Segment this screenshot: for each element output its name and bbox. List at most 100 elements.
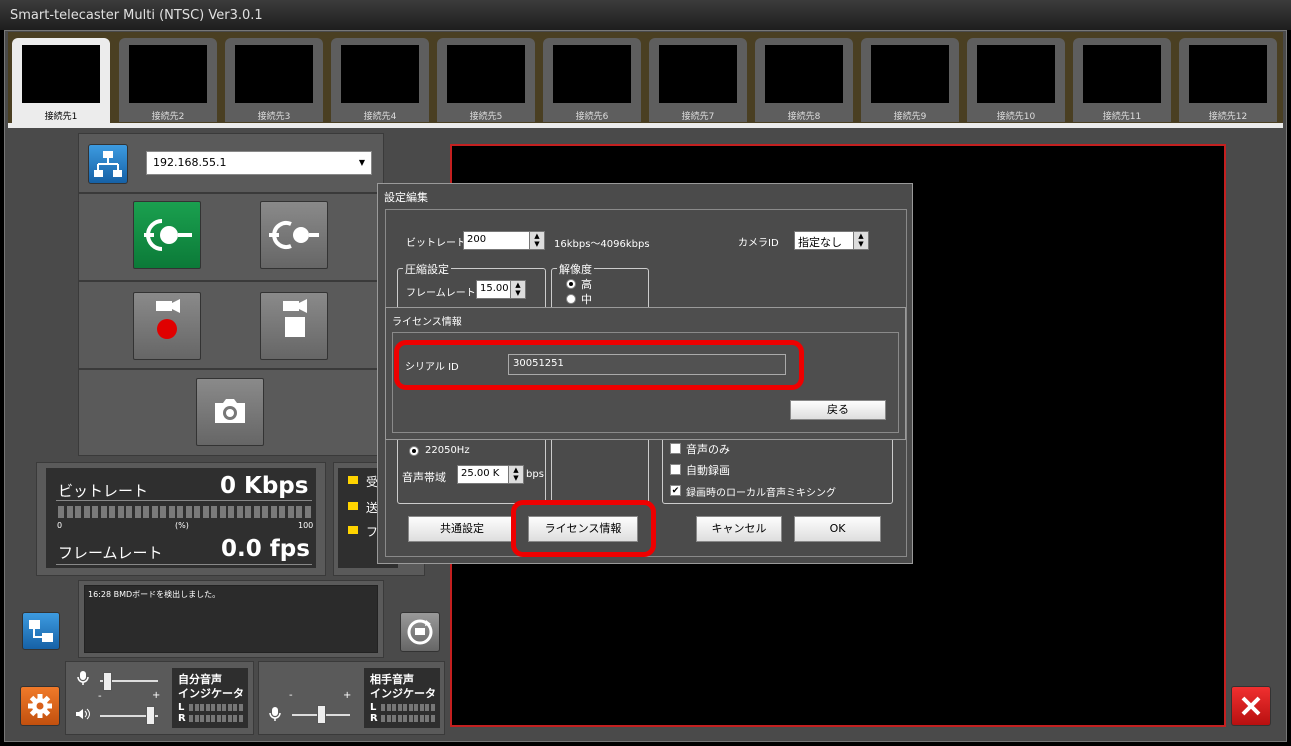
tab-connection-11[interactable]: 接続先11 xyxy=(1073,38,1171,122)
camera-id-input[interactable]: 指定なし xyxy=(794,231,854,250)
resolution-mid-radio[interactable] xyxy=(566,294,576,304)
framerate-value: 0.0 fps xyxy=(221,536,310,562)
back-button[interactable]: 戻る xyxy=(790,400,886,420)
level-segment xyxy=(397,715,402,722)
stop-icon xyxy=(283,299,307,337)
self-channel-l: L xyxy=(178,702,185,713)
camera-icon xyxy=(215,399,245,423)
resolution-high-radio[interactable] xyxy=(566,279,576,289)
meter-segment xyxy=(143,506,149,518)
peer-volume-plus: + xyxy=(343,690,352,701)
level-segment xyxy=(200,704,204,711)
cancel-button[interactable]: キャンセル xyxy=(696,516,782,542)
log-text: 16:28 BMDボードを検出しました。 xyxy=(88,590,221,599)
tab-connection-12[interactable]: 接続先12 xyxy=(1179,38,1277,122)
network-icon[interactable] xyxy=(88,144,128,184)
level-segment xyxy=(419,715,424,722)
level-segment xyxy=(430,715,435,722)
audio-band-spinner[interactable]: ▲ ▼ xyxy=(508,465,524,484)
connect-panel xyxy=(78,193,384,281)
resolution-group-label: 解像度 xyxy=(557,261,594,277)
chevron-down-icon: ▼ xyxy=(358,158,365,167)
microphone-icon xyxy=(77,671,89,685)
tab-thumbnail xyxy=(871,45,949,103)
framerate-input-value: 15.00 xyxy=(480,283,509,294)
scale-min: 0 xyxy=(57,521,63,530)
level-segment xyxy=(430,704,435,711)
bitrate-input-value: 200 xyxy=(467,234,487,245)
speaker-volume-slider[interactable] xyxy=(146,706,155,725)
tab-label: 接続先11 xyxy=(1102,112,1142,122)
self-channel-r: R xyxy=(178,713,186,724)
level-segment xyxy=(408,704,413,711)
tab-connection-7[interactable]: 接続先7 xyxy=(649,38,747,122)
tab-connection-10[interactable]: 接続先10 xyxy=(967,38,1065,122)
audio-band-input[interactable]: 25.00 K xyxy=(457,465,509,484)
meter-segment xyxy=(236,506,243,518)
record-start-button[interactable] xyxy=(133,292,201,360)
meter-segment xyxy=(253,506,260,518)
audio-only-checkbox[interactable] xyxy=(670,443,681,454)
camera-id-spinner[interactable]: ▲ ▼ xyxy=(853,231,869,250)
tab-connection-5[interactable]: 接続先5 xyxy=(437,38,535,122)
refresh-icon[interactable] xyxy=(400,612,440,652)
meter-segment xyxy=(117,506,124,518)
layout-switch-icon[interactable] xyxy=(22,612,60,650)
meter-segment xyxy=(151,506,158,518)
level-segment xyxy=(414,715,418,722)
tab-label: 接続先3 xyxy=(257,112,291,122)
level-segment xyxy=(200,715,204,722)
peer-channel-l: L xyxy=(370,702,377,713)
level-segment xyxy=(205,715,210,722)
microphone-icon xyxy=(269,707,281,721)
sample-rate-22050-radio[interactable] xyxy=(409,446,419,456)
disconnect-button[interactable] xyxy=(260,201,328,269)
tab-connection-8[interactable]: 接続先8 xyxy=(755,38,853,122)
peer-volume-slider[interactable] xyxy=(317,705,326,724)
status-indicator-send xyxy=(348,502,358,510)
tab-connection-9[interactable]: 接続先9 xyxy=(861,38,959,122)
sample-rate-22050-label: 22050Hz xyxy=(425,445,470,456)
meter-segment xyxy=(126,506,132,518)
ok-button[interactable]: OK xyxy=(794,516,881,542)
bitrate-input[interactable]: 200 xyxy=(463,231,530,250)
tab-thumbnail xyxy=(447,45,525,103)
level-segment xyxy=(194,704,199,711)
level-segment xyxy=(216,704,221,711)
compression-group-label: 圧縮設定 xyxy=(403,261,451,277)
connect-button[interactable] xyxy=(133,201,201,269)
gear-icon[interactable] xyxy=(20,686,60,726)
record-stop-button[interactable] xyxy=(260,292,328,360)
tab-connection-4[interactable]: 接続先4 xyxy=(331,38,429,122)
camera-id-value: 指定なし xyxy=(798,236,842,249)
framerate-spinner[interactable]: ▲ ▼ xyxy=(510,280,526,299)
mic-volume-slider[interactable] xyxy=(103,672,112,691)
level-segment xyxy=(403,715,407,722)
meter-segment xyxy=(100,506,107,518)
bitrate-spinner[interactable]: ▲ ▼ xyxy=(529,231,545,250)
meter-segment xyxy=(194,506,200,518)
meter-segment xyxy=(304,506,311,518)
common-settings-button[interactable]: 共通設定 xyxy=(408,516,516,542)
snapshot-button[interactable] xyxy=(196,378,264,446)
tab-connection-3[interactable]: 接続先3 xyxy=(225,38,323,122)
meter-segment xyxy=(160,506,166,518)
meter-segment xyxy=(83,506,90,518)
tab-connection-1[interactable]: 接続先1 xyxy=(12,38,110,126)
audio-only-label: 音声のみ xyxy=(686,443,730,456)
peer-audio-subtitle: インジケータ xyxy=(370,687,436,700)
framerate-input[interactable]: 15.00 xyxy=(476,280,511,299)
tab-connection-2[interactable]: 接続先2 xyxy=(119,38,217,122)
auto-record-checkbox[interactable] xyxy=(670,464,681,475)
disconnect-icon xyxy=(269,221,319,249)
close-icon[interactable] xyxy=(1231,686,1271,726)
meter-segment xyxy=(66,506,73,518)
audio-band-unit: bps xyxy=(526,469,544,480)
local-mix-checkbox[interactable]: ✔ xyxy=(670,485,681,496)
meter-segment xyxy=(228,506,234,518)
license-dialog-title: ライセンス情報 xyxy=(392,317,462,328)
log-area[interactable]: 16:28 BMDボードを検出しました。 xyxy=(84,585,378,653)
address-combobox[interactable]: 192.168.55.1 ▼ xyxy=(146,151,372,175)
tab-thumbnail xyxy=(977,45,1055,103)
tab-connection-6[interactable]: 接続先6 xyxy=(543,38,641,122)
